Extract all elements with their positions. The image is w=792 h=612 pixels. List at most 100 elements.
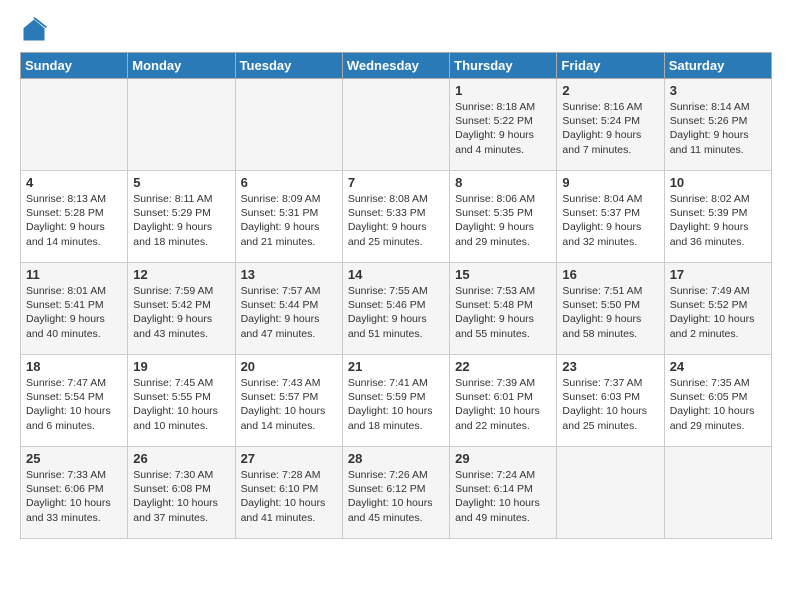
calendar-week-row: 11 Sunrise: 8:01 AM Sunset: 5:41 PM Dayli…: [21, 263, 772, 355]
calendar-header-saturday: Saturday: [664, 53, 771, 79]
day-number: 27: [241, 451, 337, 466]
calendar-cell: [21, 79, 128, 171]
day-info: Sunrise: 8:02 AM Sunset: 5:39 PM Dayligh…: [670, 192, 766, 249]
calendar-cell: 10 Sunrise: 8:02 AM Sunset: 5:39 PM Dayli…: [664, 171, 771, 263]
calendar-cell: 24 Sunrise: 7:35 AM Sunset: 6:05 PM Dayli…: [664, 355, 771, 447]
calendar-cell: 27 Sunrise: 7:28 AM Sunset: 6:10 PM Dayli…: [235, 447, 342, 539]
day-number: 20: [241, 359, 337, 374]
calendar-cell: 16 Sunrise: 7:51 AM Sunset: 5:50 PM Dayli…: [557, 263, 664, 355]
day-info: Sunrise: 7:41 AM Sunset: 5:59 PM Dayligh…: [348, 376, 444, 433]
calendar-cell: 20 Sunrise: 7:43 AM Sunset: 5:57 PM Dayli…: [235, 355, 342, 447]
day-info: Sunrise: 8:14 AM Sunset: 5:26 PM Dayligh…: [670, 100, 766, 157]
calendar-week-row: 1 Sunrise: 8:18 AM Sunset: 5:22 PM Daylig…: [21, 79, 772, 171]
calendar-cell: 2Sunrise: 8:16 AM Sunset: 5:24 PM Daylig…: [557, 79, 664, 171]
calendar-cell: [342, 79, 449, 171]
day-number: 5: [133, 175, 229, 190]
day-info: Sunrise: 7:55 AM Sunset: 5:46 PM Dayligh…: [348, 284, 444, 341]
calendar-week-row: 25 Sunrise: 7:33 AM Sunset: 6:06 PM Dayli…: [21, 447, 772, 539]
calendar-header-thursday: Thursday: [450, 53, 557, 79]
day-info: Sunrise: 7:43 AM Sunset: 5:57 PM Dayligh…: [241, 376, 337, 433]
day-number: 25: [26, 451, 122, 466]
day-info: Sunrise: 8:04 AM Sunset: 5:37 PM Dayligh…: [562, 192, 658, 249]
calendar-cell: 6Sunrise: 8:09 AM Sunset: 5:31 PM Daylig…: [235, 171, 342, 263]
day-number: 6: [241, 175, 337, 190]
day-info: Sunrise: 7:28 AM Sunset: 6:10 PM Dayligh…: [241, 468, 337, 525]
calendar-week-row: 4 Sunrise: 8:13 AM Sunset: 5:28 PM Daylig…: [21, 171, 772, 263]
day-info: Sunrise: 7:53 AM Sunset: 5:48 PM Dayligh…: [455, 284, 551, 341]
calendar-cell: 7 Sunrise: 8:08 AM Sunset: 5:33 PM Daylig…: [342, 171, 449, 263]
day-number: 21: [348, 359, 444, 374]
day-number: 24: [670, 359, 766, 374]
calendar-cell: 8 Sunrise: 8:06 AM Sunset: 5:35 PM Daylig…: [450, 171, 557, 263]
day-number: 13: [241, 267, 337, 282]
day-info: Sunrise: 7:35 AM Sunset: 6:05 PM Dayligh…: [670, 376, 766, 433]
calendar-cell: [557, 447, 664, 539]
calendar-cell: [128, 79, 235, 171]
day-info: Sunrise: 7:26 AM Sunset: 6:12 PM Dayligh…: [348, 468, 444, 525]
day-info: Sunrise: 8:11 AM Sunset: 5:29 PM Dayligh…: [133, 192, 229, 249]
calendar-header-wednesday: Wednesday: [342, 53, 449, 79]
day-number: 9: [562, 175, 658, 190]
calendar-header-row: SundayMondayTuesdayWednesdayThursdayFrid…: [21, 53, 772, 79]
day-info: Sunrise: 7:39 AM Sunset: 6:01 PM Dayligh…: [455, 376, 551, 433]
calendar-cell: 17 Sunrise: 7:49 AM Sunset: 5:52 PM Dayli…: [664, 263, 771, 355]
day-info: Sunrise: 8:06 AM Sunset: 5:35 PM Dayligh…: [455, 192, 551, 249]
calendar-cell: 25 Sunrise: 7:33 AM Sunset: 6:06 PM Dayli…: [21, 447, 128, 539]
day-info: Sunrise: 7:47 AM Sunset: 5:54 PM Dayligh…: [26, 376, 122, 433]
day-number: 28: [348, 451, 444, 466]
day-info: Sunrise: 7:57 AM Sunset: 5:44 PM Dayligh…: [241, 284, 337, 341]
calendar-cell: [235, 79, 342, 171]
logo: [20, 16, 52, 44]
day-number: 7: [348, 175, 444, 190]
calendar-cell: 29 Sunrise: 7:24 AM Sunset: 6:14 PM Dayli…: [450, 447, 557, 539]
day-number: 10: [670, 175, 766, 190]
day-number: 2: [562, 83, 658, 98]
day-info: Sunrise: 8:01 AM Sunset: 5:41 PM Dayligh…: [26, 284, 122, 341]
calendar-header-monday: Monday: [128, 53, 235, 79]
calendar-cell: 21 Sunrise: 7:41 AM Sunset: 5:59 PM Dayli…: [342, 355, 449, 447]
day-number: 17: [670, 267, 766, 282]
calendar-cell: 14 Sunrise: 7:55 AM Sunset: 5:46 PM Dayli…: [342, 263, 449, 355]
logo-icon: [20, 16, 48, 44]
calendar-cell: 1 Sunrise: 8:18 AM Sunset: 5:22 PM Daylig…: [450, 79, 557, 171]
day-info: Sunrise: 8:18 AM Sunset: 5:22 PM Dayligh…: [455, 100, 551, 157]
day-number: 16: [562, 267, 658, 282]
day-info: Sunrise: 7:59 AM Sunset: 5:42 PM Dayligh…: [133, 284, 229, 341]
day-number: 26: [133, 451, 229, 466]
day-info: Sunrise: 7:51 AM Sunset: 5:50 PM Dayligh…: [562, 284, 658, 341]
calendar-cell: 15Sunrise: 7:53 AM Sunset: 5:48 PM Dayli…: [450, 263, 557, 355]
calendar-table: SundayMondayTuesdayWednesdayThursdayFrid…: [20, 52, 772, 539]
calendar-cell: 23 Sunrise: 7:37 AM Sunset: 6:03 PM Dayli…: [557, 355, 664, 447]
calendar-cell: 13 Sunrise: 7:57 AM Sunset: 5:44 PM Dayli…: [235, 263, 342, 355]
day-number: 19: [133, 359, 229, 374]
calendar-cell: 5 Sunrise: 8:11 AM Sunset: 5:29 PM Daylig…: [128, 171, 235, 263]
day-info: Sunrise: 8:08 AM Sunset: 5:33 PM Dayligh…: [348, 192, 444, 249]
day-number: 22: [455, 359, 551, 374]
day-number: 11: [26, 267, 122, 282]
day-info: Sunrise: 7:37 AM Sunset: 6:03 PM Dayligh…: [562, 376, 658, 433]
calendar-cell: 28 Sunrise: 7:26 AM Sunset: 6:12 PM Dayli…: [342, 447, 449, 539]
day-number: 23: [562, 359, 658, 374]
calendar-header-friday: Friday: [557, 53, 664, 79]
calendar-cell: 12 Sunrise: 7:59 AM Sunset: 5:42 PM Dayli…: [128, 263, 235, 355]
day-info: Sunrise: 8:13 AM Sunset: 5:28 PM Dayligh…: [26, 192, 122, 249]
day-info: Sunrise: 7:24 AM Sunset: 6:14 PM Dayligh…: [455, 468, 551, 525]
calendar-cell: 11 Sunrise: 8:01 AM Sunset: 5:41 PM Dayli…: [21, 263, 128, 355]
calendar-header-tuesday: Tuesday: [235, 53, 342, 79]
day-info: Sunrise: 7:49 AM Sunset: 5:52 PM Dayligh…: [670, 284, 766, 341]
calendar-cell: 19Sunrise: 7:45 AM Sunset: 5:55 PM Dayli…: [128, 355, 235, 447]
day-info: Sunrise: 7:30 AM Sunset: 6:08 PM Dayligh…: [133, 468, 229, 525]
calendar-week-row: 18 Sunrise: 7:47 AM Sunset: 5:54 PM Dayli…: [21, 355, 772, 447]
day-number: 29: [455, 451, 551, 466]
header: [20, 16, 772, 44]
day-number: 8: [455, 175, 551, 190]
calendar-cell: 22 Sunrise: 7:39 AM Sunset: 6:01 PM Dayli…: [450, 355, 557, 447]
day-number: 4: [26, 175, 122, 190]
calendar-cell: [664, 447, 771, 539]
day-number: 1: [455, 83, 551, 98]
day-number: 18: [26, 359, 122, 374]
day-number: 14: [348, 267, 444, 282]
day-info: Sunrise: 7:33 AM Sunset: 6:06 PM Dayligh…: [26, 468, 122, 525]
day-number: 12: [133, 267, 229, 282]
day-number: 3: [670, 83, 766, 98]
